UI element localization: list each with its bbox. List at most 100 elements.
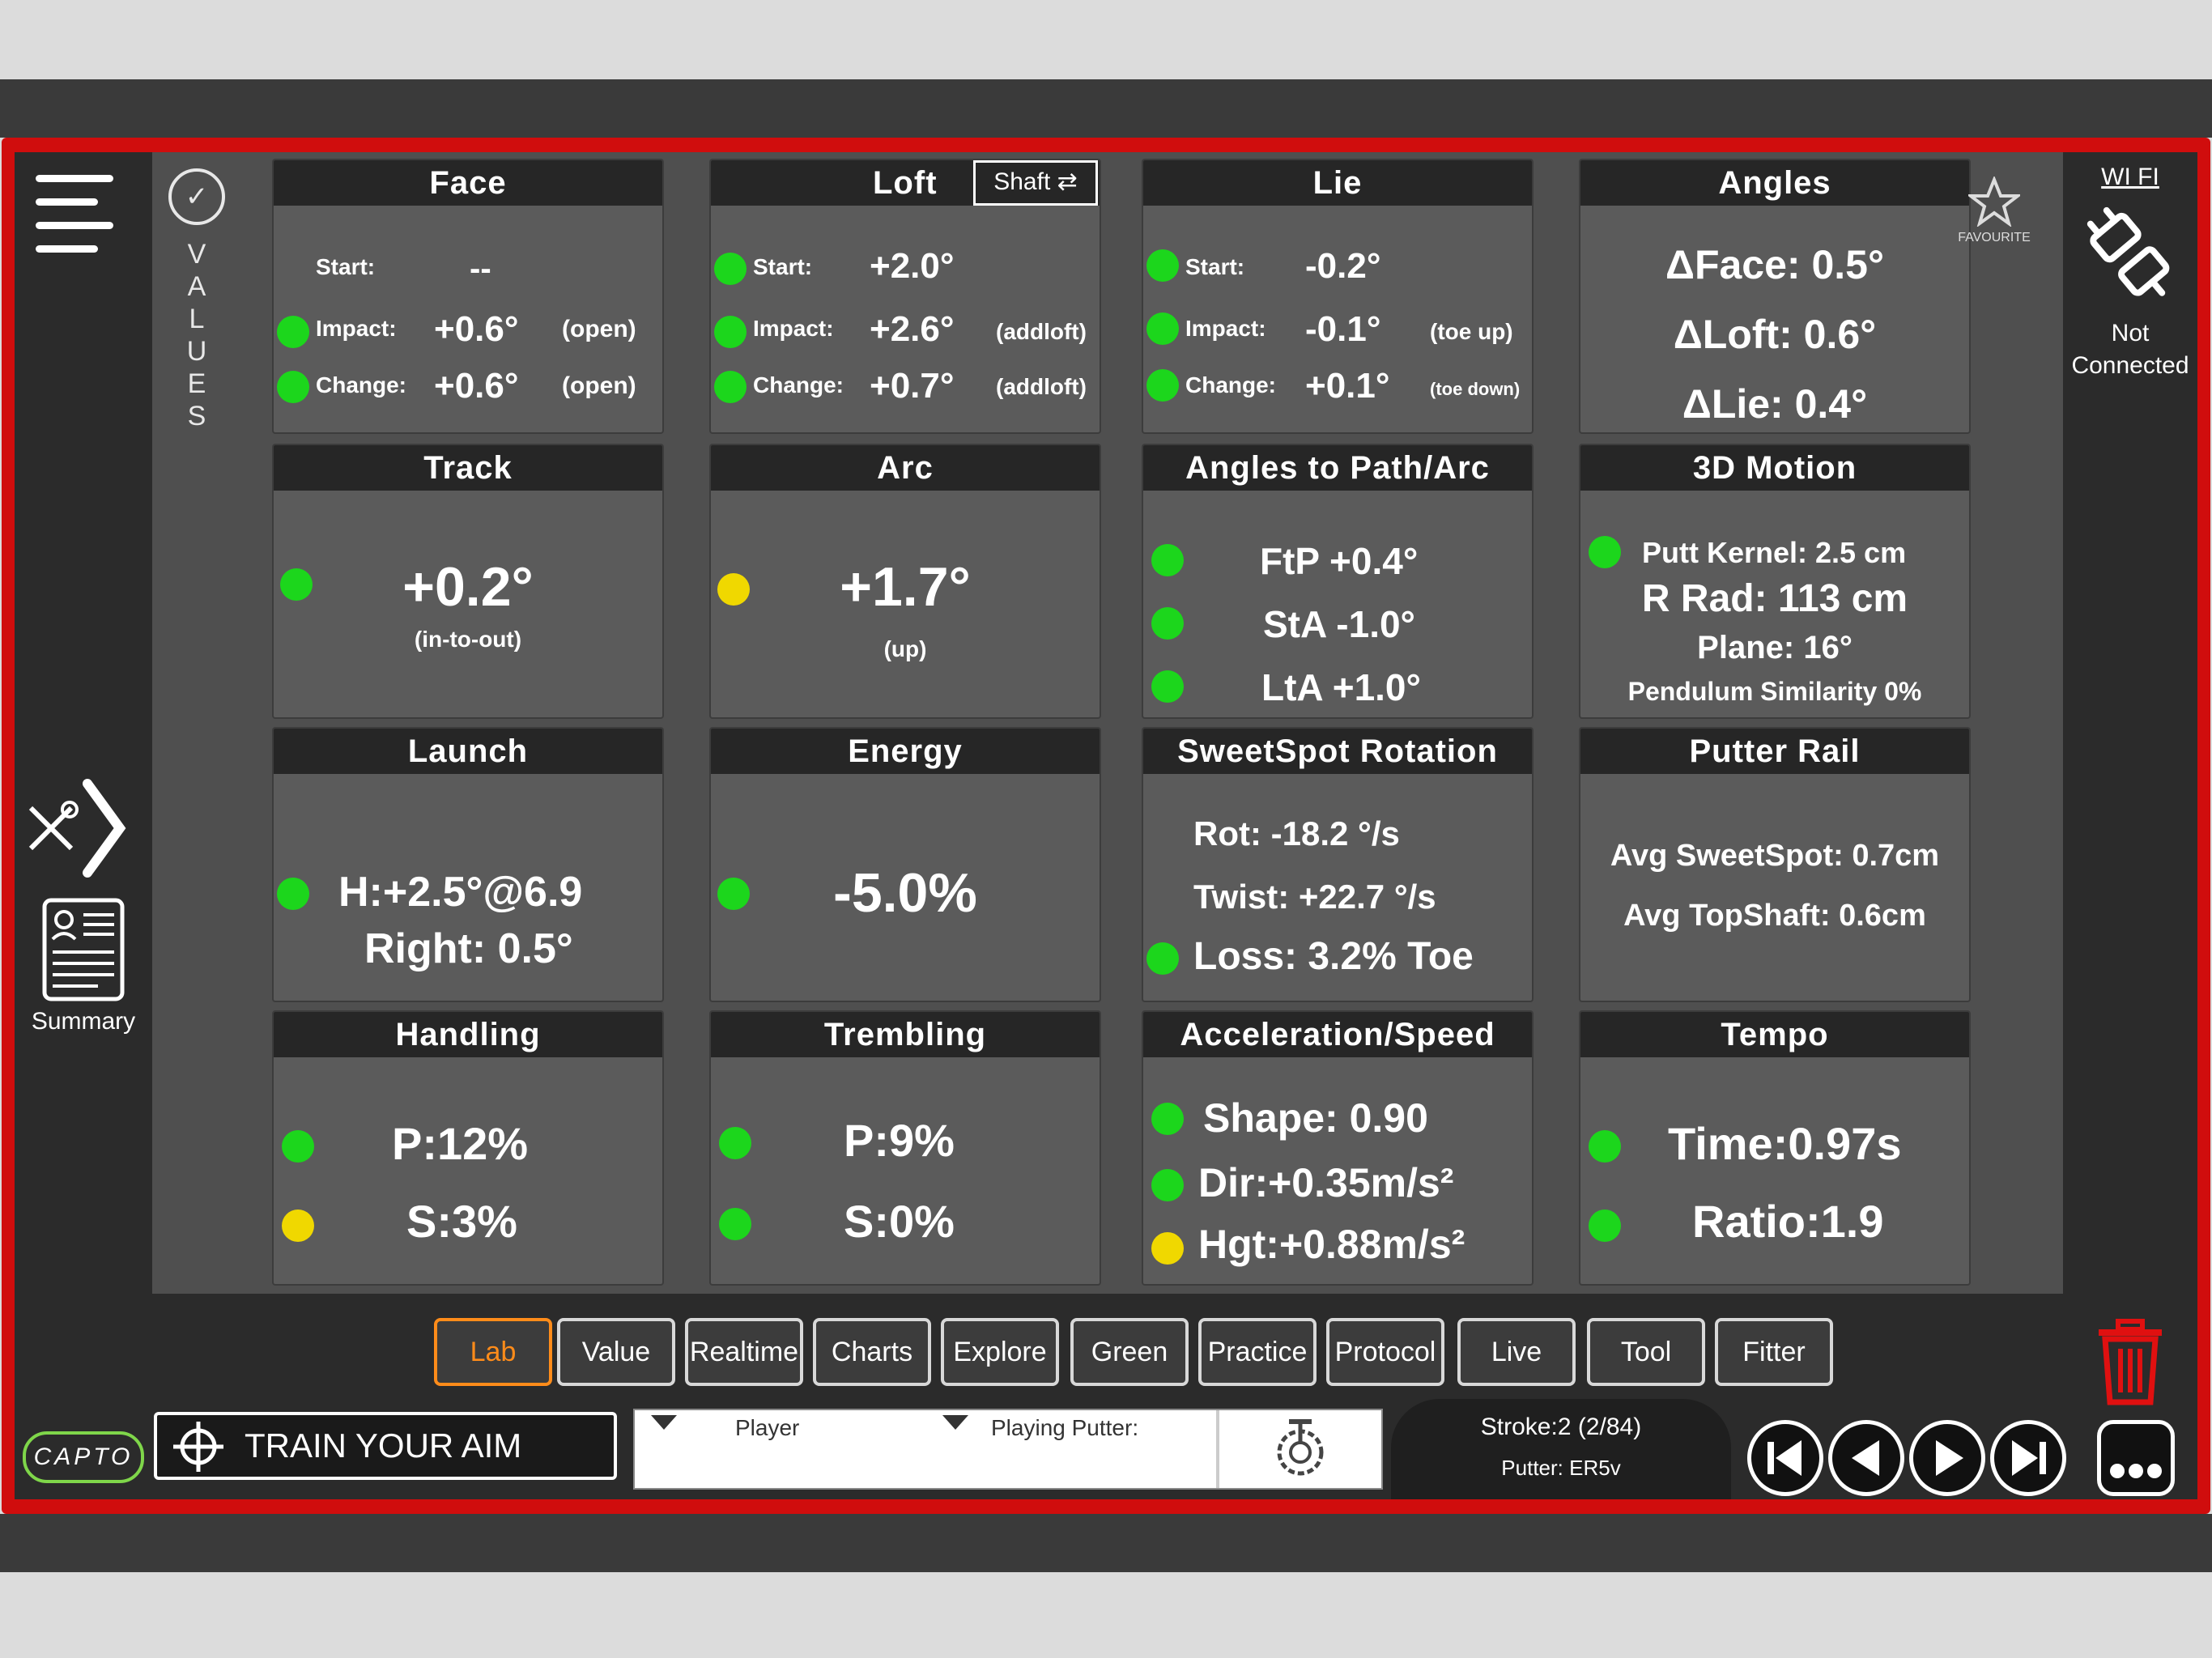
panel-title: Angles to Path/Arc: [1143, 445, 1532, 491]
panel-arc[interactable]: Arc +1.7° (up): [709, 444, 1101, 719]
impact-label: Impact:: [316, 316, 397, 341]
impact-note: (addloft): [996, 319, 1087, 344]
rotation-value: Rot: -18.2 °/s: [1193, 814, 1400, 852]
tab-value[interactable]: Value: [557, 1318, 675, 1386]
skip-first-icon: [1767, 1440, 1802, 1476]
panel-track[interactable]: Track +0.2° (in-to-out): [272, 444, 664, 719]
panel-angles-to-path[interactable]: Angles to Path/Arc FtP +0.4° StA -1.0° L…: [1142, 444, 1534, 719]
left-sidebar: Summary: [15, 152, 151, 1499]
tab-fitter[interactable]: Fitter: [1715, 1318, 1833, 1386]
putter-label: Playing Putter:: [991, 1415, 1139, 1440]
plane: Plane: 16°: [1697, 630, 1853, 665]
values-letter: U: [186, 336, 207, 367]
putt-kernel: Putt Kernel: 2.5 cm: [1642, 536, 1907, 569]
start-label: Start:: [753, 254, 813, 279]
favourite-button[interactable]: FAVOURITE: [1950, 175, 2039, 245]
impact-value: -0.1°: [1305, 309, 1381, 349]
tools-expand-button[interactable]: [23, 776, 136, 881]
panel-title: 3D Motion: [1580, 445, 1969, 491]
panel-title: Launch: [274, 729, 662, 774]
arc-value: +1.7°: [840, 556, 971, 618]
player-dropdown[interactable]: Player: [635, 1410, 942, 1488]
tab-explore[interactable]: Explore: [941, 1318, 1059, 1386]
track-value: +0.2°: [402, 556, 534, 618]
panel-3d-motion[interactable]: 3D Motion Putt Kernel: 2.5 cm R Rad: 113…: [1579, 444, 1971, 719]
train-label: TRAIN YOUR AIM: [245, 1426, 522, 1465]
chevron-down-icon: [942, 1415, 968, 1430]
values-letter: A: [187, 271, 206, 302]
tab-green[interactable]: Green: [1070, 1318, 1189, 1386]
tab-charts[interactable]: Charts: [813, 1318, 931, 1386]
stroke-counter: Stroke:2 (2/84): [1480, 1414, 1642, 1440]
panel-loft[interactable]: Loft Shaft ⇄ Start: +2.0° Impact: +2.6° …: [709, 159, 1101, 434]
status-dot: [1151, 670, 1184, 703]
panel-putter-rail[interactable]: Putter Rail Avg SweetSpot: 0.7cm Avg Top…: [1579, 727, 1971, 1002]
previous-stroke-button[interactable]: [1828, 1420, 1904, 1496]
panel-lie[interactable]: Lie Start: -0.2° Impact: -0.1° (toe up) …: [1142, 159, 1534, 434]
tab-live[interactable]: Live: [1457, 1318, 1576, 1386]
panel-title-text: Loft: [873, 165, 938, 201]
panel-title: Tempo: [1580, 1012, 1969, 1057]
change-label: Change:: [753, 372, 844, 397]
menu-icon[interactable]: [36, 175, 113, 269]
putter-dropdown[interactable]: Playing Putter:: [942, 1410, 1210, 1488]
values-tab[interactable]: ✓ VALUES: [168, 168, 225, 444]
status-dot: [1151, 1169, 1184, 1201]
panel-title: Face: [274, 160, 662, 206]
tempo-ratio: Ratio:1.9: [1692, 1196, 1884, 1247]
shaft-toggle-button[interactable]: Shaft ⇄: [973, 160, 1098, 206]
tab-protocol[interactable]: Protocol: [1326, 1318, 1444, 1386]
tab-realtime[interactable]: Realtime: [685, 1318, 803, 1386]
last-stroke-button[interactable]: [1990, 1420, 2066, 1496]
tab-practice[interactable]: Practice: [1198, 1318, 1317, 1386]
impact-note: (toe up): [1430, 319, 1513, 344]
panel-title: Energy: [711, 729, 1100, 774]
panel-handling[interactable]: Handling P:12% S:3%: [272, 1010, 664, 1286]
status-dot: [714, 371, 747, 403]
change-note: (addloft): [996, 374, 1087, 399]
impact-value: +0.6°: [434, 309, 519, 349]
more-options-button[interactable]: [2097, 1420, 2175, 1496]
header-band: [0, 79, 2212, 138]
status-dot: [277, 878, 309, 910]
tab-lab[interactable]: Lab: [434, 1318, 552, 1386]
avg-sweetspot: Avg SweetSpot: 0.7cm: [1610, 839, 1940, 873]
right-sidebar: FAVOURITE WI FI Not Connected: [1958, 152, 2197, 1499]
status-dot: [1146, 312, 1179, 345]
summary-button[interactable]: Summary: [23, 897, 144, 1035]
panel-acceleration-speed[interactable]: Acceleration/Speed Shape: 0.90 Dir:+0.35…: [1142, 1010, 1534, 1286]
impact-value: +2.6°: [870, 309, 955, 349]
status-dot: [1146, 942, 1179, 975]
putter-settings-button[interactable]: [1216, 1410, 1381, 1488]
panel-face[interactable]: Face Start: -- Impact: +0.6° (open) Chan…: [272, 159, 664, 434]
panel-energy[interactable]: Energy -5.0%: [709, 727, 1101, 1002]
footer-band: [0, 1514, 2212, 1572]
panel-tempo[interactable]: Tempo Time:0.97s Ratio:1.9: [1579, 1010, 1971, 1286]
status-dot: [277, 316, 309, 348]
impact-label: Impact:: [753, 316, 834, 341]
player-selector: Player Playing Putter:: [633, 1409, 1383, 1490]
system-top-bar: [0, 0, 2212, 79]
next-stroke-button[interactable]: [1909, 1420, 1985, 1496]
start-value: +2.0°: [870, 246, 955, 286]
tab-tool[interactable]: Tool: [1587, 1318, 1705, 1386]
change-note: (toe down): [1430, 379, 1521, 399]
launch-horizontal: H:+2.5°@6.9: [338, 869, 583, 916]
capto-logo[interactable]: CAPTO: [23, 1431, 144, 1483]
delta-face: ΔFace: 0.5°: [1665, 242, 1884, 287]
wifi-label[interactable]: WI FI: [2063, 164, 2197, 191]
status-dot: [719, 1208, 751, 1240]
panel-angles[interactable]: Angles ΔFace: 0.5° ΔLoft: 0.6° ΔLie: 0.4…: [1579, 159, 1971, 434]
arc-note: (up): [883, 636, 927, 661]
panel-launch[interactable]: Launch H:+2.5°@6.9 Right: 0.5°: [272, 727, 664, 1002]
status-dot: [1146, 249, 1179, 282]
wrench-screwdriver-icon: [28, 801, 79, 851]
first-stroke-button[interactable]: [1747, 1420, 1823, 1496]
change-label: Change:: [1185, 372, 1276, 397]
trash-icon[interactable]: [2094, 1318, 2167, 1407]
train-your-aim-button[interactable]: TRAIN YOUR AIM: [154, 1412, 617, 1480]
panel-trembling[interactable]: Trembling P:9% S:0%: [709, 1010, 1101, 1286]
sta-value: StA -1.0°: [1263, 603, 1415, 645]
panel-title: Putter Rail: [1580, 729, 1969, 774]
panel-sweetspot-rotation[interactable]: SweetSpot Rotation Rot: -18.2 °/s Twist:…: [1142, 727, 1534, 1002]
